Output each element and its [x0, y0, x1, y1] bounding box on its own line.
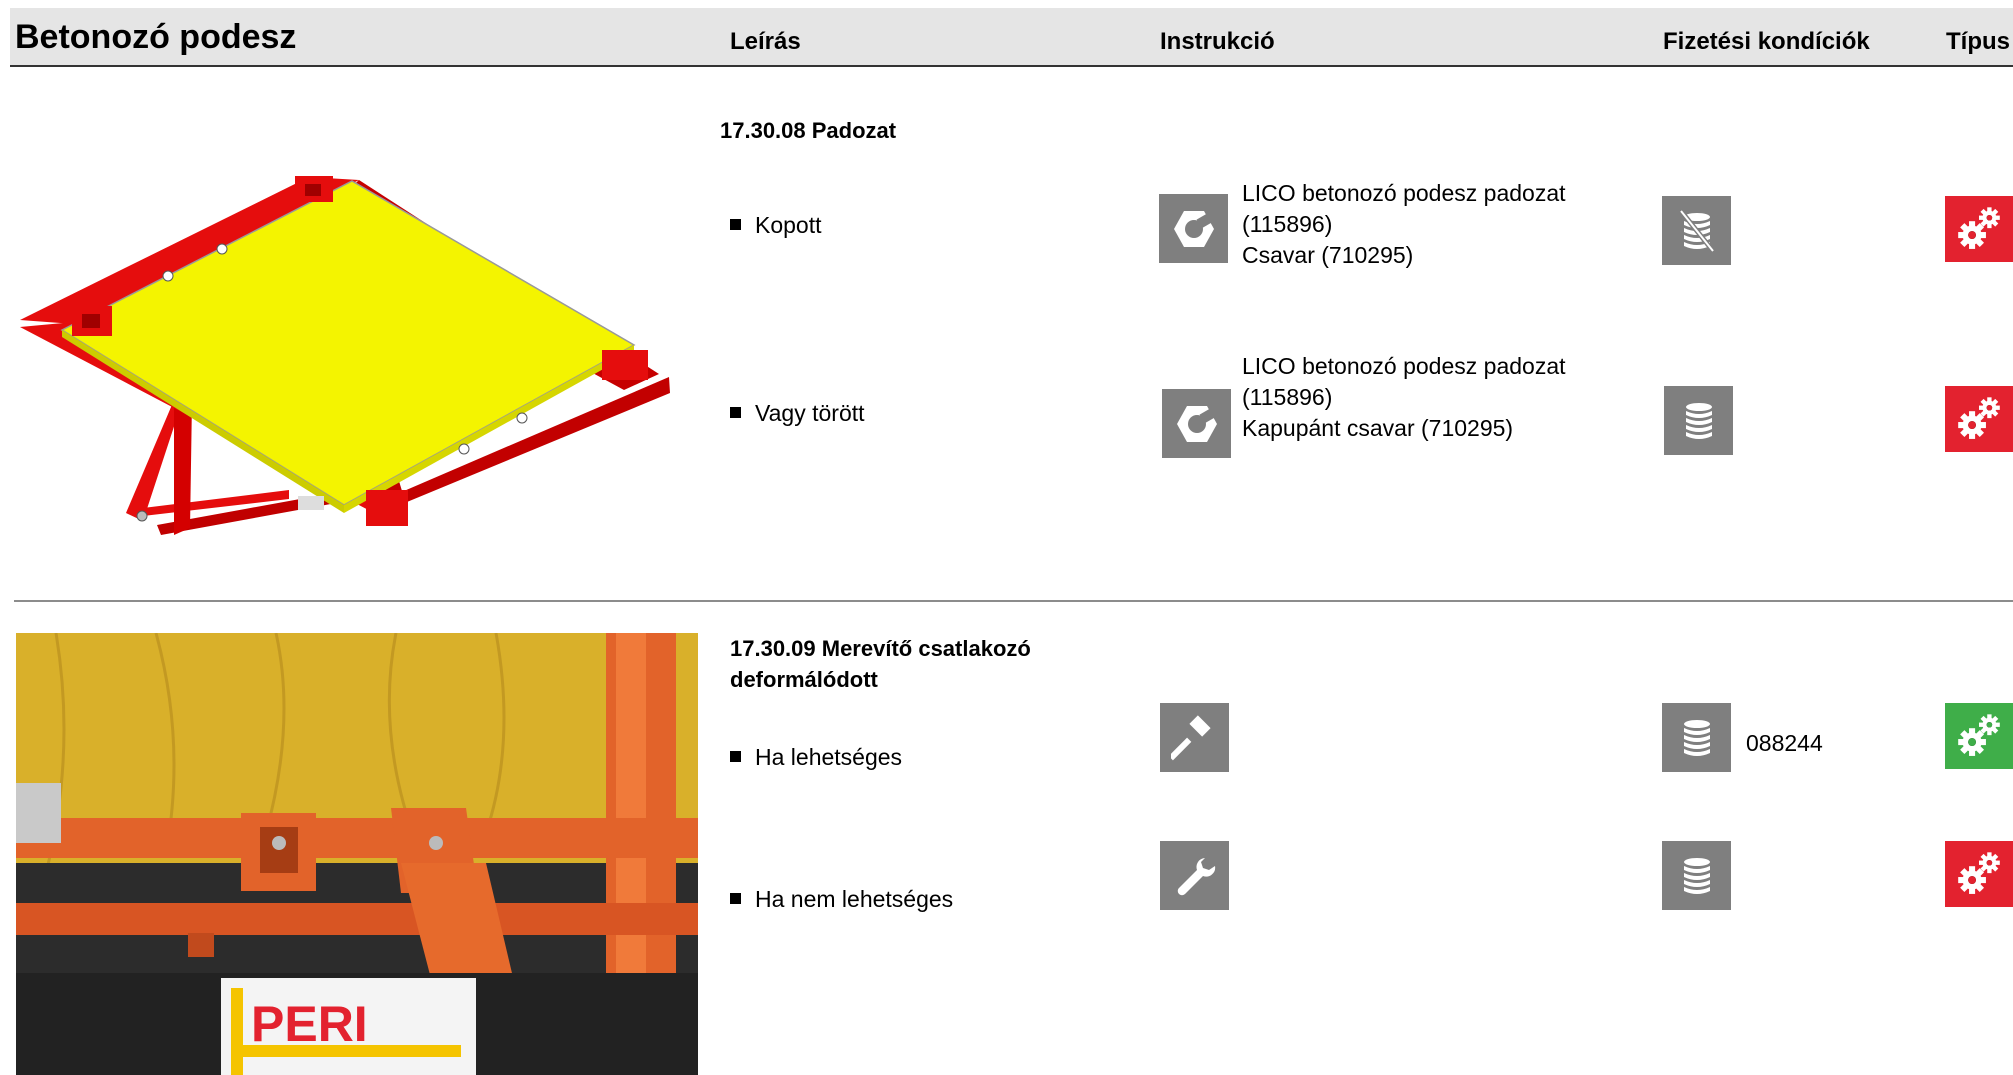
section-title-line: deformálódott [730, 667, 878, 692]
instruction-line: (115896) [1242, 211, 1333, 237]
gears-icon [1945, 841, 2013, 907]
coins-icon [1664, 386, 1733, 455]
column-header-description: Leírás [730, 28, 801, 55]
description-label: Vagy törött [755, 400, 865, 426]
instruction-line: Kapupánt csavar (710295) [1242, 415, 1514, 441]
hex-nut-icon [1162, 389, 1231, 458]
column-header-payment: Fizetési kondíciók [1663, 28, 1870, 55]
bullet-icon [730, 407, 741, 418]
bullet-icon [730, 893, 741, 904]
instruction-text: LICO betonozó podesz padozat (115896) Ka… [1242, 351, 1566, 444]
gears-icon [1945, 196, 2013, 262]
bullet-icon [730, 219, 741, 230]
section-divider [14, 600, 2013, 602]
instruction-line: (115896) [1242, 384, 1333, 410]
column-header-instruction: Instrukció [1160, 28, 1275, 55]
platform-drawing-image [20, 176, 670, 535]
instruction-line: LICO betonozó podesz padozat [1242, 180, 1566, 206]
coins-icon [1662, 703, 1731, 772]
instruction-text: LICO betonozó podesz padozat (115896) Cs… [1242, 178, 1566, 271]
hammer-icon [1160, 703, 1229, 772]
coins-crossed-icon [1662, 196, 1731, 265]
bullet-icon [730, 751, 741, 762]
gears-icon [1945, 386, 2013, 452]
instruction-line: Csavar (710295) [1242, 242, 1414, 268]
description-label: Ha nem lehetséges [755, 886, 954, 912]
description-ha-nem-lehetseges: Ha nem lehetséges [730, 884, 953, 914]
section-title-line: 17.30.09 Merevítő csatlakozó [730, 636, 1031, 661]
description-ha-lehetseges: Ha lehetséges [730, 742, 902, 772]
column-header-type: Típus [1946, 28, 2010, 55]
bracing-photo-image: PERI [16, 633, 698, 1075]
description-vagy-torott: Vagy törött [730, 398, 865, 428]
page-title: Betonozó podesz [15, 18, 297, 56]
description-kopott: Kopott [730, 210, 822, 240]
wrench-icon [1160, 841, 1229, 910]
section-title-padozat: 17.30.08 Padozat [720, 118, 897, 143]
hex-nut-icon [1159, 194, 1228, 263]
table-header: Betonozó podesz Leírás Instrukció Fizeté… [10, 8, 2013, 67]
section-title-merevito: 17.30.09 Merevítő csatlakozó deformálódo… [730, 633, 1031, 695]
gears-icon [1945, 703, 2013, 769]
instruction-line: LICO betonozó podesz padozat [1242, 353, 1566, 379]
peri-logo-text: PERI [251, 996, 368, 1052]
description-label: Kopott [755, 212, 822, 238]
description-label: Ha lehetséges [755, 744, 903, 770]
payment-code: 088244 [1746, 730, 1823, 756]
coins-icon [1662, 841, 1731, 910]
